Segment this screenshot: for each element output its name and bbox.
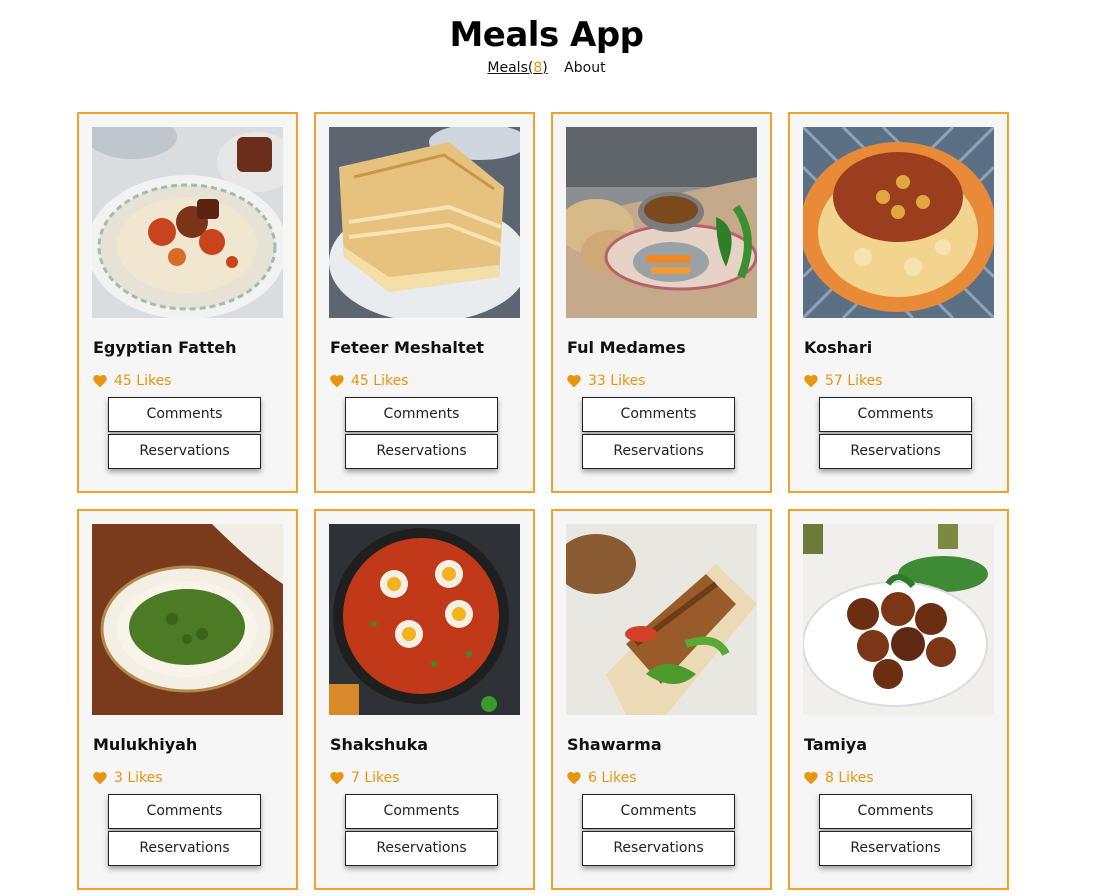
likes-row: 7 Likes (329, 769, 520, 787)
meal-name: Ful Medames (567, 338, 686, 357)
likes-row: 6 Likes (566, 769, 757, 787)
meal-card: Tamiya 8 Likes Comments Reservations (788, 509, 1009, 890)
meal-image (566, 524, 757, 715)
meal-image (92, 127, 283, 318)
comments-button[interactable]: Comments (108, 794, 261, 829)
likes-count: 8 Likes (825, 770, 874, 786)
heart-icon[interactable] (803, 770, 819, 786)
heart-icon[interactable] (803, 373, 819, 389)
meal-image (803, 127, 994, 318)
likes-count: 45 Likes (114, 373, 172, 389)
meal-name: Tamiya (804, 735, 868, 754)
meals-count: 8 (533, 60, 543, 76)
likes-count: 3 Likes (114, 770, 163, 786)
nav-meals-link[interactable]: Meals(8) (487, 60, 547, 76)
likes-row: 33 Likes (566, 372, 757, 390)
page-title: Meals App (449, 15, 644, 55)
meal-card: Ful Medames 33 Likes Comments Reservatio… (551, 112, 772, 493)
likes-count: 7 Likes (351, 770, 400, 786)
reservations-button[interactable]: Reservations (345, 831, 498, 866)
meal-card: Koshari 57 Likes Comments Reservations (788, 112, 1009, 493)
meal-card: Shawarma 6 Likes Comments Reservations (551, 509, 772, 890)
meal-image (92, 524, 283, 715)
main-nav: Meals(8) About (0, 58, 1093, 78)
likes-count: 33 Likes (588, 373, 646, 389)
likes-row: 45 Likes (92, 372, 283, 390)
heart-icon[interactable] (329, 373, 345, 389)
meal-card: Shakshuka 7 Likes Comments Reservations (314, 509, 535, 890)
likes-count: 45 Likes (351, 373, 409, 389)
meal-card: Feteer Meshaltet 45 Likes Comments Reser… (314, 112, 535, 493)
heart-icon[interactable] (92, 770, 108, 786)
meal-card: Mulukhiyah 3 Likes Comments Reservations (77, 509, 298, 890)
reservations-button[interactable]: Reservations (345, 434, 498, 469)
nav-about-link[interactable]: About (564, 60, 605, 76)
reservations-button[interactable]: Reservations (819, 831, 972, 866)
comments-button[interactable]: Comments (582, 397, 735, 432)
page-header: Meals App Meals(8) About (0, 0, 1093, 78)
reservations-button[interactable]: Reservations (582, 434, 735, 469)
likes-row: 57 Likes (803, 372, 994, 390)
comments-button[interactable]: Comments (345, 794, 498, 829)
meal-image (329, 524, 520, 715)
likes-row: 45 Likes (329, 372, 520, 390)
meal-card: Egyptian Fatteh 45 Likes Comments Reserv… (77, 112, 298, 493)
meal-image (803, 524, 994, 715)
meals-grid: Egyptian Fatteh 45 Likes Comments Reserv… (77, 112, 1009, 890)
reservations-button[interactable]: Reservations (108, 434, 261, 469)
meal-name: Koshari (804, 338, 873, 357)
meal-name: Feteer Meshaltet (330, 338, 485, 357)
comments-button[interactable]: Comments (108, 397, 261, 432)
nav-meals-close: ) (542, 60, 548, 76)
likes-count: 57 Likes (825, 373, 883, 389)
heart-icon[interactable] (566, 373, 582, 389)
comments-button[interactable]: Comments (819, 794, 972, 829)
heart-icon[interactable] (329, 770, 345, 786)
comments-button[interactable]: Comments (582, 794, 735, 829)
nav-meals-label: Meals( (487, 60, 534, 76)
comments-button[interactable]: Comments (345, 397, 498, 432)
meal-image (566, 127, 757, 318)
reservations-button[interactable]: Reservations (819, 434, 972, 469)
meal-name: Shawarma (567, 735, 662, 754)
heart-icon[interactable] (92, 373, 108, 389)
likes-row: 3 Likes (92, 769, 283, 787)
meal-name: Mulukhiyah (93, 735, 198, 754)
likes-row: 8 Likes (803, 769, 994, 787)
comments-button[interactable]: Comments (819, 397, 972, 432)
likes-count: 6 Likes (588, 770, 637, 786)
reservations-button[interactable]: Reservations (108, 831, 261, 866)
heart-icon[interactable] (566, 770, 582, 786)
meal-name: Egyptian Fatteh (93, 338, 237, 357)
reservations-button[interactable]: Reservations (582, 831, 735, 866)
meal-image (329, 127, 520, 318)
meal-name: Shakshuka (330, 735, 429, 754)
